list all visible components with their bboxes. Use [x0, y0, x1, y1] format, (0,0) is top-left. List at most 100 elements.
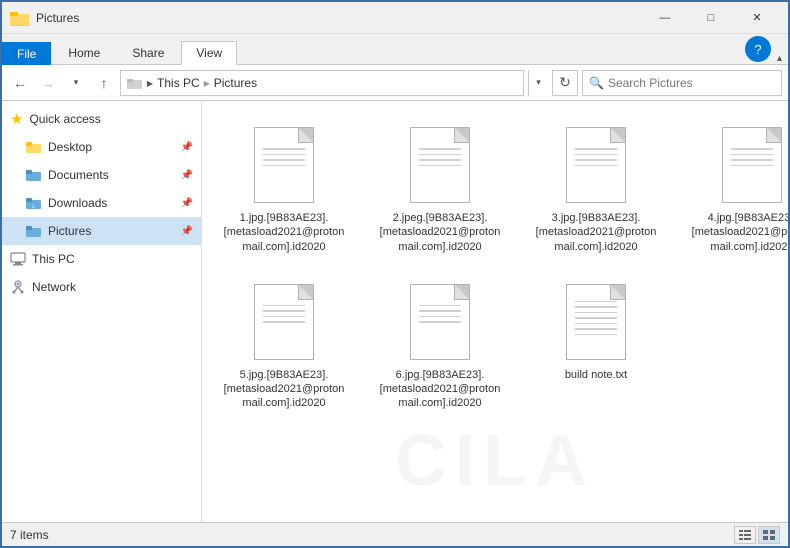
desktop-folder-icon — [26, 140, 42, 154]
file-item[interactable]: 3.jpg.[9B83AE23].[metasload2021@protonma… — [526, 113, 666, 262]
network-label: Network — [32, 280, 76, 294]
tab-share[interactable]: Share — [117, 41, 179, 64]
path-this-pc[interactable]: This PC — [157, 76, 200, 90]
forward-button[interactable]: → — [36, 71, 60, 95]
svg-text:↓: ↓ — [31, 201, 35, 210]
status-bar: 7 items — [2, 522, 788, 546]
pictures-pin-icon: 📌 — [181, 226, 193, 237]
file-name-2: 2.jpeg.[9B83AE23].[metasload2021@protonm… — [378, 211, 502, 254]
title-bar: Pictures — □ ✕ — [2, 2, 788, 34]
recent-button[interactable]: ▾ — [64, 71, 88, 95]
sidebar-item-downloads[interactable]: ↓ Downloads 📌 — [2, 189, 201, 217]
downloads-label: Downloads — [48, 196, 107, 210]
sidebar-item-pictures[interactable]: Pictures 📌 — [2, 217, 201, 245]
search-input[interactable] — [608, 76, 775, 90]
sidebar-item-quick-access[interactable]: ★ Quick access — [2, 105, 201, 133]
this-pc-label: This PC — [32, 252, 75, 266]
file-icon-wrapper-4 — [716, 121, 788, 209]
file-lines-4 — [731, 148, 773, 170]
pictures-label: Pictures — [48, 224, 91, 238]
desktop-label: Desktop — [48, 140, 92, 154]
tab-home[interactable]: Home — [53, 41, 115, 64]
quick-access-icon: ★ — [10, 110, 23, 128]
file-icon-wrapper-5 — [248, 278, 320, 366]
grid-view-button[interactable] — [758, 526, 780, 544]
title-bar-icon — [10, 8, 30, 28]
item-count: 7 items — [10, 528, 49, 542]
sidebar-item-desktop[interactable]: Desktop 📌 — [2, 133, 201, 161]
ribbon-collapse-button[interactable]: ▴ — [777, 53, 788, 64]
quick-access-label: Quick access — [29, 112, 100, 126]
file-page-3 — [566, 127, 626, 203]
explorer-window: Pictures — □ ✕ File Home Share View ? ▴ … — [0, 0, 790, 548]
file-lines-2 — [419, 148, 461, 170]
minimize-button[interactable]: — — [642, 2, 688, 34]
help-button[interactable]: ? — [745, 36, 771, 62]
desktop-pin-icon: 📌 — [181, 142, 193, 153]
tab-file[interactable]: File — [2, 42, 51, 65]
file-page-4 — [722, 127, 782, 203]
path-dropdown-button[interactable]: ▾ — [528, 70, 548, 96]
sidebar-item-this-pc[interactable]: This PC — [2, 245, 201, 273]
this-pc-icon — [10, 252, 26, 266]
file-name-4: 4.jpg.[9B83AE23].[metasload2021@protonma… — [690, 211, 788, 254]
sidebar-item-network[interactable]: Network — [2, 273, 201, 301]
file-name-6: 6.jpg.[9B83AE23].[metasload2021@protonma… — [378, 368, 502, 411]
documents-pin-icon: 📌 — [181, 170, 193, 181]
file-lines-7 — [575, 301, 617, 340]
file-lines-1 — [263, 148, 305, 170]
tab-view[interactable]: View — [181, 41, 237, 65]
title-bar-controls: — □ ✕ — [642, 2, 780, 34]
refresh-button[interactable]: ↻ — [552, 70, 578, 96]
file-lines-3 — [575, 148, 617, 170]
sidebar: ★ Quick access Desktop 📌 Documents 📌 — [2, 101, 202, 522]
file-lines-5 — [263, 305, 305, 327]
ribbon-tabs: File Home Share View ? ▴ — [2, 34, 788, 64]
address-path[interactable]: ▸ This PC ▸ Pictures — [120, 70, 524, 96]
maximize-button[interactable]: □ — [688, 2, 734, 34]
address-bar: ← → ▾ ↑ ▸ This PC ▸ Pictures ▾ ↻ 🔍 — [2, 65, 788, 101]
file-page-7 — [566, 284, 626, 360]
file-name-5: 5.jpg.[9B83AE23].[metasload2021@protonma… — [222, 368, 346, 411]
file-item[interactable]: 6.jpg.[9B83AE23].[metasload2021@protonma… — [370, 270, 510, 419]
path-sep1: ▸ — [204, 76, 210, 90]
file-icon-wrapper-3 — [560, 121, 632, 209]
documents-folder-icon — [26, 168, 42, 182]
search-box: 🔍 — [582, 70, 782, 96]
path-pictures[interactable]: Pictures — [214, 76, 257, 90]
downloads-folder-icon: ↓ — [26, 196, 42, 210]
documents-label: Documents — [48, 168, 109, 182]
file-lines-6 — [419, 305, 461, 327]
file-name-3: 3.jpg.[9B83AE23].[metasload2021@protonma… — [534, 211, 658, 254]
file-area: CILA 1.jpg.[9B83AE23].[metasload2021@pro… — [202, 101, 788, 522]
file-icon-wrapper-7 — [560, 278, 632, 366]
file-icon-wrapper-6 — [404, 278, 476, 366]
file-page-1 — [254, 127, 314, 203]
up-button[interactable]: ↑ — [92, 71, 116, 95]
file-page-5 — [254, 284, 314, 360]
file-icon-wrapper-1 — [248, 121, 320, 209]
close-button[interactable]: ✕ — [734, 2, 780, 34]
file-icon-wrapper-2 — [404, 121, 476, 209]
title-bar-title: Pictures — [36, 11, 642, 25]
file-grid: 1.jpg.[9B83AE23].[metasload2021@protonma… — [214, 113, 776, 419]
watermark: CILA — [395, 420, 595, 502]
file-item[interactable]: 4.jpg.[9B83AE23].[metasload2021@protonma… — [682, 113, 788, 262]
ribbon: File Home Share View ? ▴ — [2, 34, 788, 65]
sidebar-item-documents[interactable]: Documents 📌 — [2, 161, 201, 189]
search-icon: 🔍 — [589, 76, 604, 90]
network-icon — [10, 280, 26, 294]
file-page-6 — [410, 284, 470, 360]
file-item[interactable]: build note.txt — [526, 270, 666, 419]
pictures-folder-icon — [26, 224, 42, 238]
file-name-7: build note.txt — [565, 368, 627, 382]
list-view-button[interactable] — [734, 526, 756, 544]
file-item[interactable]: 1.jpg.[9B83AE23].[metasload2021@protonma… — [214, 113, 354, 262]
file-item[interactable]: 2.jpeg.[9B83AE23].[metasload2021@protonm… — [370, 113, 510, 262]
back-button[interactable]: ← — [8, 71, 32, 95]
downloads-pin-icon: 📌 — [181, 198, 193, 209]
path-root[interactable]: ▸ — [147, 76, 153, 90]
file-item[interactable]: 5.jpg.[9B83AE23].[metasload2021@protonma… — [214, 270, 354, 419]
main-content: ★ Quick access Desktop 📌 Documents 📌 — [2, 101, 788, 522]
file-page-2 — [410, 127, 470, 203]
